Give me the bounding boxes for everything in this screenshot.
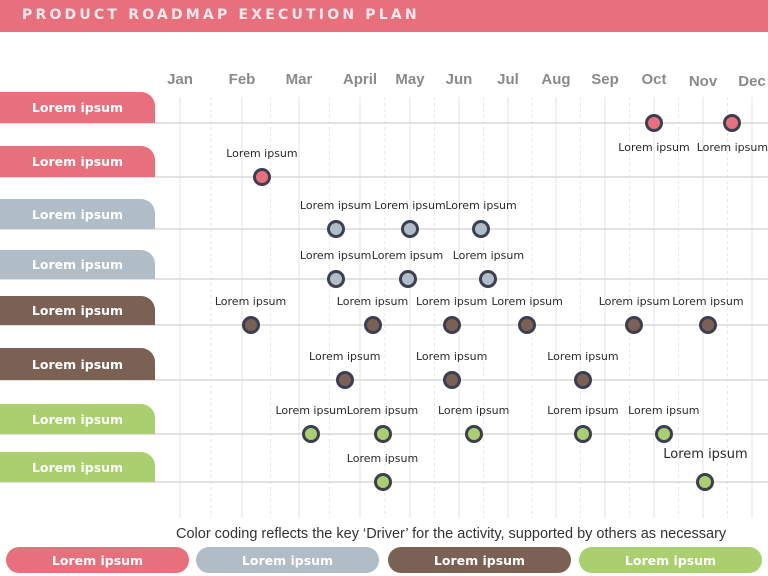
milestone-marker[interactable] bbox=[573, 425, 592, 443]
milestone-marker[interactable] bbox=[363, 316, 382, 334]
milestone-marker[interactable] bbox=[442, 316, 461, 334]
month-label: Jun bbox=[445, 71, 473, 88]
month-label: Sep bbox=[591, 71, 619, 88]
milestone-label: Lorem ipsum bbox=[445, 199, 517, 212]
row-label-gray: Lorem ipsum bbox=[0, 250, 155, 279]
milestone-label: Lorem ipsum bbox=[336, 295, 409, 308]
milestone-marker[interactable] bbox=[401, 220, 419, 238]
legend-item-brown: Lorem ipsum bbox=[388, 547, 571, 573]
milestone-label: Lorem ipsum bbox=[299, 249, 372, 262]
milestone-label: Lorem ipsum bbox=[275, 404, 347, 417]
milestone-label: Lorem ipsum bbox=[346, 452, 419, 465]
milestone-marker[interactable] bbox=[464, 425, 483, 443]
milestone-label: Lorem ipsum bbox=[452, 249, 525, 262]
milestone-marker[interactable] bbox=[573, 371, 592, 389]
milestone-label: Lorem ipsum bbox=[299, 199, 372, 212]
milestone-label: Lorem ipsum bbox=[346, 404, 419, 417]
milestone-marker[interactable] bbox=[335, 371, 354, 389]
milestone-marker[interactable] bbox=[442, 371, 461, 389]
milestone-label: Lorem ipsum bbox=[415, 295, 488, 308]
milestone-label: Lorem ipsum bbox=[374, 199, 446, 212]
row-label-gray: Lorem ipsum bbox=[0, 199, 155, 229]
row-label-brown: Lorem ipsum bbox=[0, 348, 155, 380]
milestone-label: Lorem ipsum bbox=[598, 295, 671, 308]
milestone-marker[interactable] bbox=[472, 220, 491, 238]
milestone-marker[interactable] bbox=[698, 316, 717, 334]
row-label-pink: Lorem ipsum bbox=[0, 92, 155, 123]
milestone-label: Lorem ipsum bbox=[309, 350, 381, 363]
milestone-marker[interactable] bbox=[373, 425, 392, 443]
milestone-marker[interactable] bbox=[241, 316, 260, 334]
legend-item-gray: Lorem ipsum bbox=[196, 547, 379, 573]
milestone-label: Lorem ipsum bbox=[214, 295, 287, 308]
milestone-marker[interactable] bbox=[479, 270, 498, 288]
milestone-label: Lorem ipsum bbox=[371, 249, 444, 262]
milestone-marker[interactable] bbox=[723, 114, 742, 132]
milestone-label: Lorem ipsum bbox=[226, 147, 298, 160]
milestone-label: Lorem ipsum bbox=[628, 404, 700, 417]
month-label: Jul bbox=[497, 71, 519, 88]
row-label-pink: Lorem ipsum bbox=[0, 146, 155, 177]
milestone-marker[interactable] bbox=[625, 316, 644, 334]
milestone-marker[interactable] bbox=[326, 220, 345, 238]
milestone-label: Lorem ipsum bbox=[491, 295, 563, 308]
milestone-label: Lorem ipsum bbox=[415, 350, 488, 363]
month-label: April bbox=[342, 71, 378, 88]
month-label: Dec bbox=[738, 73, 766, 90]
milestone-marker[interactable] bbox=[654, 425, 673, 443]
milestone-label: Lorem ipsum bbox=[547, 404, 619, 417]
milestone-marker[interactable] bbox=[302, 425, 321, 443]
legend-item-green: Lorem ipsum bbox=[579, 547, 762, 573]
row-label-green: Lorem ipsum bbox=[0, 404, 155, 434]
milestone-marker[interactable] bbox=[645, 114, 663, 132]
milestone-marker[interactable] bbox=[326, 270, 345, 288]
month-label: May bbox=[395, 71, 425, 88]
milestone-marker[interactable] bbox=[696, 473, 715, 491]
milestone-label: Lorem ipsum bbox=[437, 404, 510, 417]
milestone-label: Lorem ipsum bbox=[618, 141, 690, 154]
milestone-marker[interactable] bbox=[518, 316, 537, 334]
milestone-label: Lorem ipsum bbox=[547, 350, 619, 363]
month-label: Nov bbox=[688, 73, 718, 90]
month-label: Feb bbox=[228, 71, 256, 88]
month-label: Mar bbox=[285, 71, 313, 88]
month-label: Oct bbox=[641, 71, 667, 88]
milestone-marker[interactable] bbox=[252, 168, 271, 186]
milestone-label: Lorem ipsum bbox=[663, 447, 748, 462]
milestone-label: Lorem ipsum bbox=[672, 295, 744, 308]
color-coding-footnote: Color coding reflects the key ‘Driver’ f… bbox=[176, 526, 727, 542]
milestone-marker[interactable] bbox=[373, 473, 392, 491]
milestone-marker[interactable] bbox=[398, 270, 417, 288]
month-label: Aug bbox=[541, 71, 571, 88]
month-label: Jan bbox=[167, 71, 193, 88]
row-label-brown: Lorem ipsum bbox=[0, 296, 155, 325]
milestone-label: Lorem ipsum bbox=[696, 141, 768, 154]
row-label-green: Lorem ipsum bbox=[0, 452, 155, 482]
legend-item-pink: Lorem ipsum bbox=[6, 547, 189, 573]
